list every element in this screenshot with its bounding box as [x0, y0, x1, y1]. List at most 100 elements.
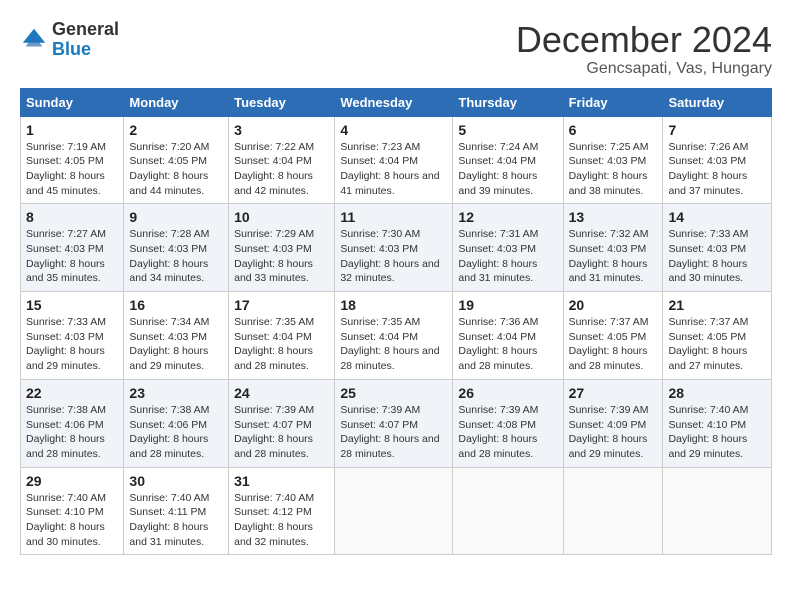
day-number: 14: [668, 209, 766, 225]
calendar-cell: 15 Sunrise: 7:33 AMSunset: 4:03 PMDaylig…: [21, 292, 124, 380]
calendar-cell: 27 Sunrise: 7:39 AMSunset: 4:09 PMDaylig…: [563, 379, 663, 467]
header-thursday: Thursday: [453, 88, 563, 116]
cell-info: Sunrise: 7:24 AMSunset: 4:04 PMDaylight:…: [458, 141, 538, 197]
cell-info: Sunrise: 7:40 AMSunset: 4:12 PMDaylight:…: [234, 492, 314, 548]
cell-info: Sunrise: 7:38 AMSunset: 4:06 PMDaylight:…: [129, 404, 209, 460]
header: General Blue December 2024 Gencsapati, V…: [20, 20, 772, 78]
calendar-cell: 3 Sunrise: 7:22 AMSunset: 4:04 PMDayligh…: [229, 116, 335, 204]
header-monday: Monday: [124, 88, 229, 116]
week-row: 22 Sunrise: 7:38 AMSunset: 4:06 PMDaylig…: [21, 379, 772, 467]
header-tuesday: Tuesday: [229, 88, 335, 116]
day-number: 15: [26, 297, 118, 313]
calendar-cell: 7 Sunrise: 7:26 AMSunset: 4:03 PMDayligh…: [663, 116, 772, 204]
day-number: 4: [340, 122, 447, 138]
calendar-cell: 26 Sunrise: 7:39 AMSunset: 4:08 PMDaylig…: [453, 379, 563, 467]
cell-info: Sunrise: 7:40 AMSunset: 4:10 PMDaylight:…: [668, 404, 748, 460]
calendar-cell: 30 Sunrise: 7:40 AMSunset: 4:11 PMDaylig…: [124, 467, 229, 555]
day-number: 26: [458, 385, 557, 401]
day-number: 25: [340, 385, 447, 401]
week-row: 29 Sunrise: 7:40 AMSunset: 4:10 PMDaylig…: [21, 467, 772, 555]
calendar-cell: 2 Sunrise: 7:20 AMSunset: 4:05 PMDayligh…: [124, 116, 229, 204]
calendar-cell: 20 Sunrise: 7:37 AMSunset: 4:05 PMDaylig…: [563, 292, 663, 380]
cell-info: Sunrise: 7:32 AMSunset: 4:03 PMDaylight:…: [569, 228, 649, 284]
logo-text: General Blue: [52, 20, 119, 60]
calendar-cell: [563, 467, 663, 555]
logo-blue: Blue: [52, 39, 91, 59]
header-sunday: Sunday: [21, 88, 124, 116]
calendar-cell: 21 Sunrise: 7:37 AMSunset: 4:05 PMDaylig…: [663, 292, 772, 380]
calendar-cell: 11 Sunrise: 7:30 AMSunset: 4:03 PMDaylig…: [335, 204, 453, 292]
calendar-cell: 25 Sunrise: 7:39 AMSunset: 4:07 PMDaylig…: [335, 379, 453, 467]
cell-info: Sunrise: 7:28 AMSunset: 4:03 PMDaylight:…: [129, 228, 209, 284]
cell-info: Sunrise: 7:37 AMSunset: 4:05 PMDaylight:…: [569, 316, 649, 372]
day-number: 6: [569, 122, 658, 138]
day-number: 5: [458, 122, 557, 138]
cell-info: Sunrise: 7:30 AMSunset: 4:03 PMDaylight:…: [340, 228, 439, 284]
cell-info: Sunrise: 7:27 AMSunset: 4:03 PMDaylight:…: [26, 228, 106, 284]
day-number: 23: [129, 385, 223, 401]
calendar-cell: 22 Sunrise: 7:38 AMSunset: 4:06 PMDaylig…: [21, 379, 124, 467]
day-number: 11: [340, 209, 447, 225]
cell-info: Sunrise: 7:19 AMSunset: 4:05 PMDaylight:…: [26, 141, 106, 197]
calendar-cell: 13 Sunrise: 7:32 AMSunset: 4:03 PMDaylig…: [563, 204, 663, 292]
day-number: 2: [129, 122, 223, 138]
cell-info: Sunrise: 7:31 AMSunset: 4:03 PMDaylight:…: [458, 228, 538, 284]
calendar-cell: 29 Sunrise: 7:40 AMSunset: 4:10 PMDaylig…: [21, 467, 124, 555]
day-number: 17: [234, 297, 329, 313]
cell-info: Sunrise: 7:33 AMSunset: 4:03 PMDaylight:…: [26, 316, 106, 372]
cell-info: Sunrise: 7:38 AMSunset: 4:06 PMDaylight:…: [26, 404, 106, 460]
cell-info: Sunrise: 7:39 AMSunset: 4:07 PMDaylight:…: [340, 404, 439, 460]
day-number: 24: [234, 385, 329, 401]
day-number: 16: [129, 297, 223, 313]
logo: General Blue: [20, 20, 119, 60]
week-row: 1 Sunrise: 7:19 AMSunset: 4:05 PMDayligh…: [21, 116, 772, 204]
day-number: 31: [234, 473, 329, 489]
day-number: 21: [668, 297, 766, 313]
day-number: 29: [26, 473, 118, 489]
calendar-table: SundayMondayTuesdayWednesdayThursdayFrid…: [20, 88, 772, 556]
cell-info: Sunrise: 7:25 AMSunset: 4:03 PMDaylight:…: [569, 141, 649, 197]
calendar-cell: 1 Sunrise: 7:19 AMSunset: 4:05 PMDayligh…: [21, 116, 124, 204]
header-wednesday: Wednesday: [335, 88, 453, 116]
day-number: 18: [340, 297, 447, 313]
day-number: 30: [129, 473, 223, 489]
calendar-cell: 14 Sunrise: 7:33 AMSunset: 4:03 PMDaylig…: [663, 204, 772, 292]
calendar-cell: 17 Sunrise: 7:35 AMSunset: 4:04 PMDaylig…: [229, 292, 335, 380]
cell-info: Sunrise: 7:35 AMSunset: 4:04 PMDaylight:…: [234, 316, 314, 372]
header-saturday: Saturday: [663, 88, 772, 116]
cell-info: Sunrise: 7:22 AMSunset: 4:04 PMDaylight:…: [234, 141, 314, 197]
cell-info: Sunrise: 7:40 AMSunset: 4:11 PMDaylight:…: [129, 492, 209, 548]
cell-info: Sunrise: 7:23 AMSunset: 4:04 PMDaylight:…: [340, 141, 439, 197]
logo-general: General: [52, 19, 119, 39]
calendar-cell: 23 Sunrise: 7:38 AMSunset: 4:06 PMDaylig…: [124, 379, 229, 467]
day-number: 12: [458, 209, 557, 225]
cell-info: Sunrise: 7:39 AMSunset: 4:09 PMDaylight:…: [569, 404, 649, 460]
cell-info: Sunrise: 7:40 AMSunset: 4:10 PMDaylight:…: [26, 492, 106, 548]
calendar-cell: 6 Sunrise: 7:25 AMSunset: 4:03 PMDayligh…: [563, 116, 663, 204]
day-number: 7: [668, 122, 766, 138]
calendar-cell: 5 Sunrise: 7:24 AMSunset: 4:04 PMDayligh…: [453, 116, 563, 204]
location-title: Gencsapati, Vas, Hungary: [516, 60, 772, 78]
day-number: 3: [234, 122, 329, 138]
day-number: 8: [26, 209, 118, 225]
calendar-cell: 9 Sunrise: 7:28 AMSunset: 4:03 PMDayligh…: [124, 204, 229, 292]
day-number: 20: [569, 297, 658, 313]
cell-info: Sunrise: 7:26 AMSunset: 4:03 PMDaylight:…: [668, 141, 748, 197]
calendar-cell: 4 Sunrise: 7:23 AMSunset: 4:04 PMDayligh…: [335, 116, 453, 204]
calendar-cell: 18 Sunrise: 7:35 AMSunset: 4:04 PMDaylig…: [335, 292, 453, 380]
calendar-cell: 31 Sunrise: 7:40 AMSunset: 4:12 PMDaylig…: [229, 467, 335, 555]
day-number: 19: [458, 297, 557, 313]
month-title: December 2024: [516, 20, 772, 60]
cell-info: Sunrise: 7:39 AMSunset: 4:07 PMDaylight:…: [234, 404, 314, 460]
day-number: 28: [668, 385, 766, 401]
title-section: December 2024 Gencsapati, Vas, Hungary: [516, 20, 772, 78]
day-number: 13: [569, 209, 658, 225]
calendar-cell: [453, 467, 563, 555]
week-row: 15 Sunrise: 7:33 AMSunset: 4:03 PMDaylig…: [21, 292, 772, 380]
calendar-cell: 8 Sunrise: 7:27 AMSunset: 4:03 PMDayligh…: [21, 204, 124, 292]
day-number: 1: [26, 122, 118, 138]
calendar-cell: 10 Sunrise: 7:29 AMSunset: 4:03 PMDaylig…: [229, 204, 335, 292]
cell-info: Sunrise: 7:20 AMSunset: 4:05 PMDaylight:…: [129, 141, 209, 197]
cell-info: Sunrise: 7:37 AMSunset: 4:05 PMDaylight:…: [668, 316, 748, 372]
calendar-cell: 28 Sunrise: 7:40 AMSunset: 4:10 PMDaylig…: [663, 379, 772, 467]
